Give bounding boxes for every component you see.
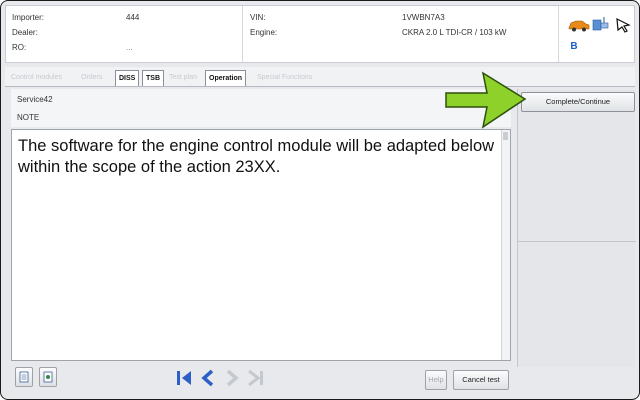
dealer-label: Dealer: (12, 28, 38, 37)
scrollbar-thumb[interactable] (503, 132, 508, 140)
tab-control-modules[interactable]: Control modules (9, 70, 64, 86)
tab-test-plan[interactable]: Test plan (167, 70, 199, 86)
header-divider-2 (558, 6, 559, 62)
right-panel-divider (518, 241, 636, 242)
tab-diss[interactable]: DISS (115, 70, 140, 86)
diagnostic-app-window: Importer: 444 Dealer: RO: ... VIN: 1VWBN… (0, 0, 640, 400)
document-icon (19, 371, 29, 383)
vin-value: 1VWBN7A3 (402, 13, 445, 22)
green-arrow-icon (445, 71, 527, 129)
next-page-icon (226, 369, 239, 387)
status-icons: B (568, 14, 632, 54)
bluetooth-icon: B (568, 40, 580, 54)
ro-label: RO: (12, 43, 27, 52)
previous-page-icon[interactable] (197, 367, 219, 389)
bluetooth-label: B (570, 41, 578, 52)
vehicle-info-header: Importer: 444 Dealer: RO: ... VIN: 1VWBN… (5, 5, 635, 63)
engine-value: CKRA 2.0 L TDI-CR / 103 kW (402, 28, 507, 37)
ro-value: ... (126, 43, 133, 52)
operation-info-strip: Service42 NOTE (11, 89, 511, 127)
service-title: Service42 (17, 95, 53, 104)
tab-tsb[interactable]: TSB (142, 70, 164, 86)
car-icon[interactable] (568, 18, 590, 32)
note-label: NOTE (17, 113, 40, 122)
message-scrollbar[interactable] (501, 130, 510, 360)
message-text: The software for the engine control modu… (18, 137, 495, 176)
vin-label: VIN: (250, 13, 266, 22)
help-button[interactable]: Help (425, 370, 447, 390)
network-plug-icon[interactable] (592, 16, 610, 34)
cancel-test-button[interactable]: Cancel test (453, 370, 509, 390)
tab-special-functions[interactable]: Special Functions (255, 70, 314, 86)
complete-continue-button[interactable]: Complete/Continue (521, 92, 635, 112)
header-divider (242, 6, 243, 62)
message-panel: The software for the engine control modu… (11, 129, 511, 361)
right-panel (517, 89, 636, 367)
first-page-icon[interactable] (173, 367, 195, 389)
tab-bar: Control modules Orders DISS TSB Test pla… (5, 67, 635, 87)
diagnostic-device-icon[interactable] (614, 16, 632, 34)
print-button[interactable] (15, 367, 33, 387)
last-page-icon (248, 369, 263, 387)
document-info-icon (43, 371, 53, 383)
importer-value: 444 (126, 13, 140, 22)
bottom-toolbar: Help Cancel test (5, 363, 515, 395)
document-info-button[interactable] (39, 367, 57, 387)
tab-orders[interactable]: Orders (79, 70, 104, 86)
engine-label: Engine: (250, 28, 278, 37)
importer-label: Importer: (12, 13, 45, 22)
tab-operation[interactable]: Operation (205, 70, 247, 86)
